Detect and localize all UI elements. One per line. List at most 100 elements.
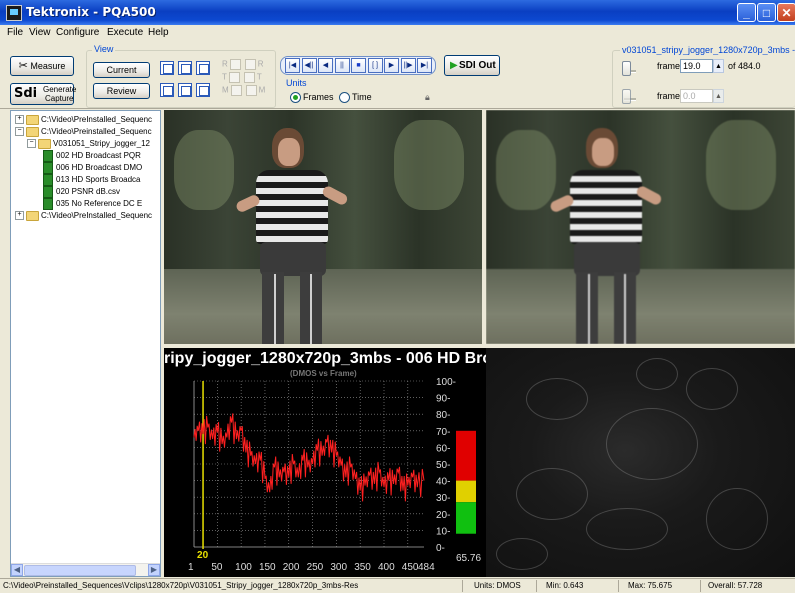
frame-slider-thumb[interactable] (622, 61, 631, 76)
dmos-series-line-0 (193, 413, 425, 502)
r-checkbox-1[interactable] (229, 59, 241, 70)
y-tick-label: 50- (436, 460, 450, 471)
x-tick-label: 150 (259, 562, 276, 573)
tree-item-label: C:\Video\PreInstalled_Sequenc (41, 115, 153, 124)
menu-view[interactable]: View (29, 27, 51, 38)
diff-artifact (586, 508, 668, 550)
y-tick-label: 60- (436, 443, 450, 454)
generate-capture-button[interactable]: Sdi Generate Capture (10, 83, 76, 105)
review-button[interactable]: Review (93, 83, 150, 99)
diff-artifact (526, 378, 588, 420)
transport-button-1[interactable]: ◀|| (301, 58, 317, 73)
frame2-input[interactable]: 0.0 (680, 89, 713, 103)
y-tick-label: 40- (436, 477, 450, 488)
layout-quad-icon[interactable] (160, 61, 174, 75)
x-tick-label: 1 (188, 562, 194, 573)
frame2-slider-thumb[interactable] (622, 89, 631, 104)
frame2-spinner[interactable]: ▲ (713, 89, 724, 103)
transport-button-2[interactable]: ◀ (318, 58, 333, 73)
transport-button-0[interactable]: |◀ (285, 58, 300, 73)
tree-file-item[interactable]: 002 HD Broadcast PQR (39, 150, 141, 162)
r-checkbox-2[interactable] (244, 59, 256, 70)
diff-artifact (496, 538, 548, 570)
close-button[interactable]: ✕ (777, 3, 795, 22)
frame-label: frame (657, 61, 681, 71)
jogger-shirt (570, 170, 642, 244)
layout-overlay-icon[interactable] (196, 61, 210, 75)
tree-expander-icon[interactable]: − (15, 127, 24, 137)
frame2-label: frame (657, 91, 681, 101)
tree-folder-item[interactable]: − C:\Video\Preinstalled_Sequenc (15, 126, 152, 138)
time-radio-dot[interactable] (339, 92, 350, 104)
frame-total: of 484.0 (728, 61, 761, 71)
chk-r-row[interactable]: RR (222, 59, 264, 70)
y-tick-label: 30- (436, 493, 450, 504)
maximize-button[interactable]: □ (757, 3, 776, 22)
sdi-out-button[interactable]: ▶ SDI Out (444, 55, 500, 76)
gauge-green-zone (456, 502, 476, 534)
menu-file[interactable]: File (7, 27, 23, 38)
play-green-icon: ▶ (450, 60, 458, 71)
title-bar[interactable]: Tektronix - PQA500 _ □ ✕ (0, 0, 795, 25)
dmos-chart-panel[interactable]: ripy_jogger_1280x720p_3mbs - 006 HD Broa… (164, 348, 486, 577)
reference-video-panel[interactable] (164, 110, 482, 344)
test-video-panel[interactable] (486, 110, 795, 344)
cursor-label: 20 (197, 550, 209, 561)
tree-file-item[interactable]: 013 HD Sports Broadca (39, 174, 141, 186)
chk-t-row[interactable]: TT (222, 72, 262, 83)
tree-expander-icon[interactable]: + (15, 211, 24, 221)
measure-button[interactable]: ✂ Measure (10, 56, 74, 76)
menu-execute[interactable]: Execute (107, 27, 143, 38)
file-tree[interactable]: + C:\Video\PreInstalled_Sequenc − C:\Video\… (10, 110, 161, 577)
scroll-right-icon[interactable]: ▶ (148, 564, 160, 576)
frames-radio[interactable]: Frames (290, 92, 334, 104)
menu-configure[interactable]: Configure (56, 27, 99, 38)
frames-radio-dot[interactable] (290, 92, 301, 104)
folder-icon (26, 210, 39, 221)
menu-help[interactable]: Help (148, 27, 169, 38)
transport-button-4[interactable]: ■ (351, 58, 366, 73)
m-checkbox-1[interactable] (230, 85, 242, 96)
time-radio[interactable]: Time (339, 92, 372, 104)
layout-chart-icon[interactable] (160, 83, 174, 97)
jogger-face (592, 138, 614, 166)
foliage-highlight (706, 120, 776, 210)
scroll-left-icon[interactable]: ◀ (11, 564, 23, 576)
transport-button-8[interactable]: ▶| (417, 58, 432, 73)
frame-spinner[interactable]: ▲ (713, 59, 724, 73)
difference-map-panel[interactable] (486, 348, 795, 577)
layout-list-icon[interactable] (178, 83, 192, 97)
frame-input[interactable]: 19.0 (680, 59, 713, 73)
jogger-left-leg (262, 272, 284, 344)
file-icon (43, 186, 53, 198)
tree-item-label: 006 HD Broadcast DMO (56, 163, 143, 173)
tree-folder-item[interactable]: + C:\Video\PreInstalled_Sequenc (15, 210, 152, 222)
gauge-value-label: 65.76 (456, 553, 481, 564)
tree-file-item[interactable]: 020 PSNR dB.csv (39, 186, 120, 198)
current-button[interactable]: Current (93, 62, 150, 78)
transport-button-6[interactable]: ▶ (384, 58, 399, 73)
t-checkbox-2[interactable] (243, 72, 255, 83)
transport-button-3[interactable]: || (334, 58, 350, 73)
toolbar: ✂ Measure Sdi Generate Capture View Curr… (0, 42, 795, 109)
dmos-chart[interactable]: 0-10-20-30-40-50-60-70-80-90-100-1 50 100 1… (164, 348, 486, 577)
x-tick-label: 484 (418, 562, 435, 573)
transport-button-5[interactable]: [ ] (367, 58, 383, 73)
tree-expander-icon[interactable]: − (27, 139, 36, 149)
chk-m-row[interactable]: MM (222, 85, 265, 96)
tree-expander-icon[interactable]: + (15, 115, 24, 125)
status-divider (700, 580, 701, 592)
tree-folder-item[interactable]: + C:\Video\PreInstalled_Sequenc (15, 114, 152, 126)
tree-file-item[interactable]: 035 No Reference DC E (39, 198, 142, 210)
t-checkbox-1[interactable] (228, 72, 240, 83)
transport-button-7[interactable]: ||▶ (400, 58, 416, 73)
minimize-button[interactable]: _ (737, 3, 756, 22)
layout-single-icon[interactable] (196, 83, 210, 97)
tree-scroll-thumb[interactable] (24, 565, 136, 576)
tree-horizontal-scrollbar[interactable]: ◀ ▶ (11, 563, 160, 576)
layout-split-icon[interactable] (178, 61, 192, 75)
tree-file-item[interactable]: 006 HD Broadcast DMO (39, 162, 142, 174)
tree-folder-item[interactable]: − V031051_Stripy_jogger_12 (27, 138, 150, 150)
m-checkbox-2[interactable] (245, 85, 257, 96)
tree-item-label: 002 HD Broadcast PQR (56, 151, 141, 161)
